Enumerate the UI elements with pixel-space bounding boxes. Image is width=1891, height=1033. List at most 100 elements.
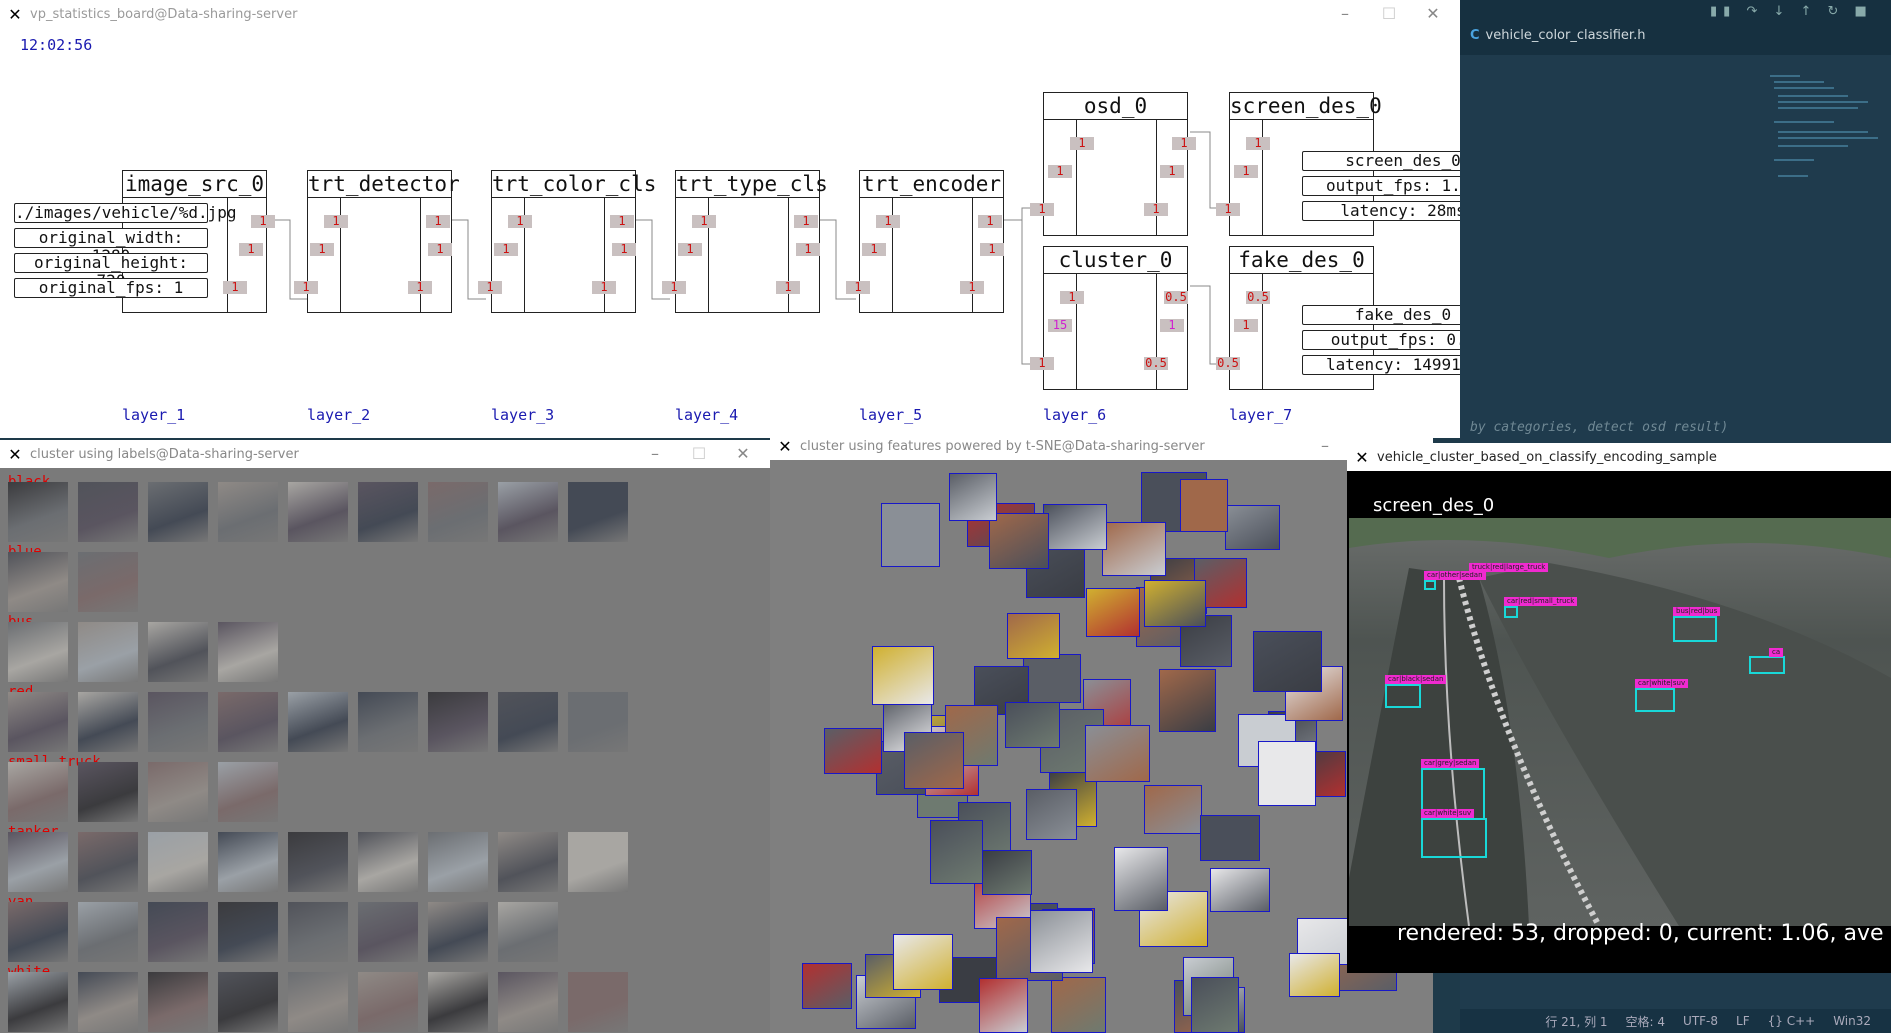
- vehicle-thumbnail[interactable]: [498, 692, 558, 752]
- tsne-thumbnail[interactable]: [1050, 977, 1106, 1033]
- video-titlebar[interactable]: ✕ vehicle_cluster_based_on_classify_enco…: [1347, 443, 1891, 471]
- vehicle-thumbnail[interactable]: [8, 762, 68, 822]
- tsne-thumbnail[interactable]: [978, 978, 1028, 1033]
- vehicle-thumbnail[interactable]: [148, 762, 208, 822]
- vehicle-thumbnail[interactable]: [8, 552, 68, 612]
- tsne-thumbnail[interactable]: [872, 645, 935, 705]
- vehicle-thumbnail[interactable]: [8, 902, 68, 962]
- tsne-thumbnail[interactable]: [1179, 478, 1228, 532]
- tsne-thumbnail[interactable]: [881, 503, 941, 568]
- tsne-thumbnail[interactable]: [1113, 847, 1168, 912]
- tsne-thumbnail[interactable]: [1085, 587, 1140, 637]
- vehicle-thumbnail[interactable]: [78, 692, 138, 752]
- tsne-thumbnail[interactable]: [904, 731, 965, 789]
- vehicle-thumbnail[interactable]: [568, 832, 628, 892]
- tsne-thumbnail[interactable]: [1029, 910, 1093, 974]
- tsne-thumbnail[interactable]: [893, 934, 954, 990]
- vehicle-thumbnail[interactable]: [428, 832, 488, 892]
- node-trt-type-cls[interactable]: trt_type_cls 1 1 1 1 1 1: [662, 170, 828, 313]
- vehicle-thumbnail[interactable]: [78, 832, 138, 892]
- tsne-thumbnail[interactable]: [802, 963, 853, 1010]
- maximize-button[interactable]: ☐: [684, 444, 714, 464]
- vehicle-thumbnail[interactable]: [148, 482, 208, 542]
- vehicle-thumbnail[interactable]: [218, 902, 278, 962]
- vehicle-thumbnail[interactable]: [148, 902, 208, 962]
- vehicle-thumbnail[interactable]: [8, 692, 68, 752]
- node-cluster[interactable]: cluster_0 1 0.5 15 1 1 0.5: [1030, 246, 1188, 390]
- vehicle-thumbnail[interactable]: [78, 622, 138, 682]
- close-button[interactable]: ✕: [728, 444, 758, 464]
- minimize-button[interactable]: –: [640, 444, 670, 464]
- tsne-thumbnail[interactable]: [1159, 668, 1217, 732]
- tsne-thumbnail[interactable]: [1253, 630, 1323, 692]
- tsne-scatter[interactable]: [772, 460, 1431, 1033]
- vehicle-thumbnail[interactable]: [8, 482, 68, 542]
- tsne-thumbnail[interactable]: [948, 472, 997, 521]
- tsne-thumbnail[interactable]: [1007, 612, 1061, 659]
- vehicle-thumbnail[interactable]: [568, 972, 628, 1032]
- vehicle-thumbnail[interactable]: [218, 832, 278, 892]
- vehicle-thumbnail[interactable]: [218, 482, 278, 542]
- tsne-thumbnail[interactable]: [988, 513, 1049, 570]
- vehicle-thumbnail[interactable]: [148, 692, 208, 752]
- vehicle-thumbnail[interactable]: [148, 622, 208, 682]
- vehicle-thumbnail[interactable]: [78, 972, 138, 1032]
- status-platform[interactable]: Win32: [1833, 1014, 1871, 1028]
- vehicle-thumbnail[interactable]: [288, 902, 348, 962]
- vehicle-thumbnail[interactable]: [148, 972, 208, 1032]
- node-trt-color-cls[interactable]: trt_color_cls 1 1 1 1 1 1: [478, 170, 656, 313]
- tsne-thumbnail[interactable]: [1023, 653, 1082, 703]
- status-indent[interactable]: 空格: 4: [1626, 1013, 1666, 1030]
- tsne-thumbnail[interactable]: [930, 819, 984, 884]
- vehicle-thumbnail[interactable]: [8, 622, 68, 682]
- editor-tab[interactable]: Cvehicle_color_classifier.h: [1470, 28, 1645, 43]
- vehicle-thumbnail[interactable]: [498, 482, 558, 542]
- vehicle-thumbnail[interactable]: [428, 692, 488, 752]
- tsne-thumbnail[interactable]: [1190, 977, 1239, 1033]
- vehicle-thumbnail[interactable]: [218, 692, 278, 752]
- tsne-thumbnail[interactable]: [1043, 503, 1108, 550]
- tsne-thumbnail[interactable]: [1257, 741, 1316, 807]
- vehicle-thumbnail[interactable]: [358, 692, 418, 752]
- vehicle-thumbnail[interactable]: [568, 692, 628, 752]
- vehicle-thumbnail[interactable]: [428, 902, 488, 962]
- vehicle-thumbnail[interactable]: [218, 972, 278, 1032]
- tsne-thumbnail[interactable]: [1209, 868, 1270, 913]
- status-cursor[interactable]: 行 21, 列 1: [1545, 1013, 1607, 1030]
- tsne-thumbnail[interactable]: [1144, 579, 1207, 627]
- vehicle-thumbnail[interactable]: [498, 902, 558, 962]
- vehicle-thumbnail[interactable]: [358, 902, 418, 962]
- tsne-thumbnail[interactable]: [1084, 725, 1150, 783]
- vehicle-thumbnail[interactable]: [218, 622, 278, 682]
- node-trt-encoder[interactable]: trt_encoder 1 1 1 1 1 1: [846, 170, 1004, 313]
- vehicle-thumbnail[interactable]: [428, 972, 488, 1032]
- tsne-thumbnail[interactable]: [1005, 702, 1061, 749]
- tsne-thumbnail[interactable]: [1101, 521, 1166, 576]
- tsne-thumbnail[interactable]: [1289, 952, 1341, 997]
- vehicle-thumbnail[interactable]: [78, 482, 138, 542]
- status-encoding[interactable]: UTF-8: [1683, 1014, 1718, 1028]
- tsne-titlebar[interactable]: ✕ cluster using features powered by t-SN…: [770, 432, 1433, 460]
- tsne-thumbnail[interactable]: [982, 850, 1033, 896]
- vehicle-thumbnail[interactable]: [148, 832, 208, 892]
- vehicle-thumbnail[interactable]: [8, 832, 68, 892]
- vehicle-thumbnail[interactable]: [498, 972, 558, 1032]
- vehicle-thumbnail[interactable]: [498, 832, 558, 892]
- vehicle-thumbnail[interactable]: [428, 482, 488, 542]
- node-osd[interactable]: osd_0 1 1 1 1 1 1: [1030, 92, 1196, 236]
- tsne-thumbnail[interactable]: [1143, 785, 1202, 835]
- tsne-thumbnail[interactable]: [1225, 505, 1281, 551]
- tsne-thumbnail[interactable]: [823, 728, 882, 775]
- vehicle-thumbnail[interactable]: [358, 482, 418, 542]
- tsne-thumbnail[interactable]: [1026, 788, 1078, 840]
- vehicle-thumbnail[interactable]: [358, 832, 418, 892]
- tsne-thumbnail[interactable]: [1200, 814, 1261, 861]
- vehicle-thumbnail[interactable]: [288, 832, 348, 892]
- vehicle-thumbnail[interactable]: [8, 972, 68, 1032]
- minimize-button[interactable]: –: [1310, 436, 1340, 456]
- vehicle-thumbnail[interactable]: [288, 972, 348, 1032]
- vehicle-thumbnail[interactable]: [78, 902, 138, 962]
- node-trt-detector[interactable]: trt_detector 1 1 1 1 1 1: [294, 170, 460, 313]
- vehicle-thumbnail[interactable]: [78, 762, 138, 822]
- vehicle-thumbnail[interactable]: [218, 762, 278, 822]
